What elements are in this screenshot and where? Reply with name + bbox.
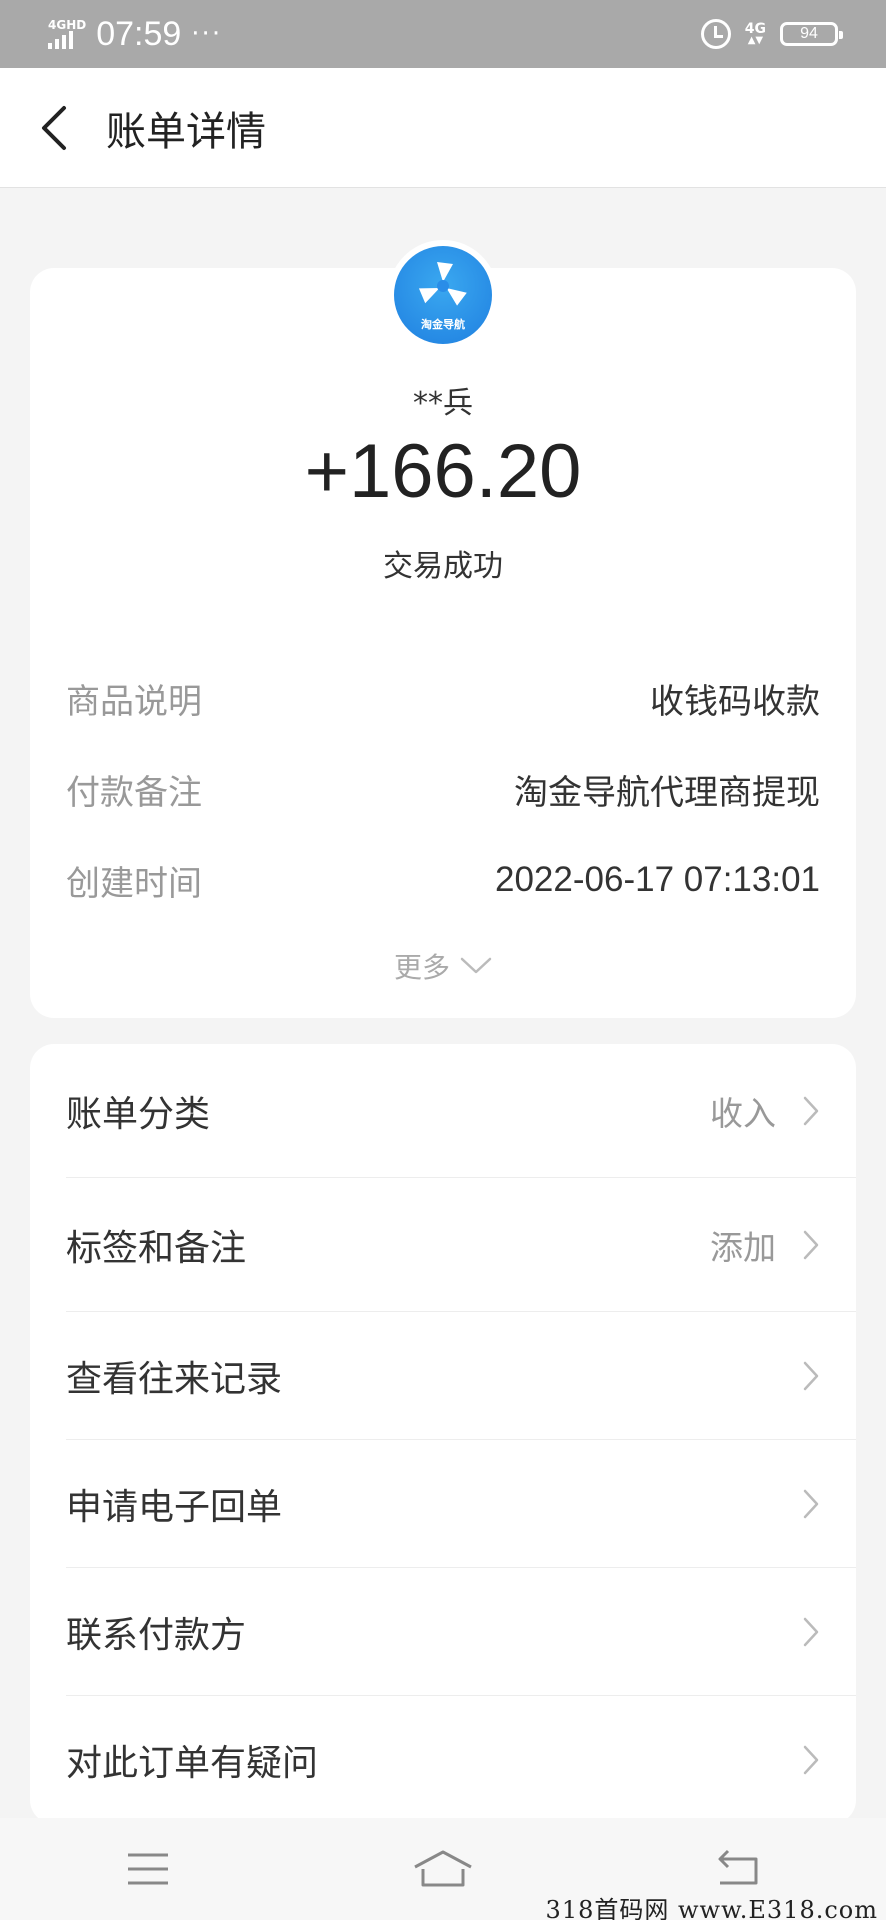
menu-icon bbox=[127, 1853, 168, 1885]
header: 账单详情 bbox=[0, 68, 886, 188]
detail-label: 商品说明 bbox=[66, 681, 202, 722]
alarm-icon bbox=[700, 19, 731, 49]
transaction-card: **兵 +166.20 交易成功 商品说明 收钱码收款 付款备注 淘金导航代理商… bbox=[30, 268, 856, 1018]
page-title: 账单详情 bbox=[106, 108, 266, 155]
actions-card: 账单分类 收入 标签和备注 添加 查看往来记录 申请电子回单 联系付款方 对此订… bbox=[30, 1044, 856, 1824]
chevron-right-icon bbox=[803, 1745, 819, 1775]
payer-name: **兵 bbox=[413, 386, 473, 421]
menu-item-label: 对此订单有疑问 bbox=[66, 1743, 319, 1784]
chevron-right-icon bbox=[803, 1361, 819, 1390]
detail-value: 收钱码收款 bbox=[650, 681, 820, 722]
network-label: 4GHD bbox=[48, 18, 87, 32]
chevron-right-icon bbox=[803, 1489, 819, 1518]
home-icon bbox=[414, 1850, 472, 1887]
detail-value: 2022-06-17 07:13:01 bbox=[495, 860, 820, 899]
chevron-left-icon bbox=[42, 105, 66, 150]
transaction-status: 交易成功 bbox=[383, 549, 503, 584]
menu-item-tags-notes[interactable]: 标签和备注 添加 bbox=[66, 1178, 856, 1312]
status-right: 4G ▲▼ 94 bbox=[700, 19, 843, 49]
status-bar: 4GHD 07:59 ··· 4G ▲▼ 94 bbox=[0, 0, 886, 68]
more-label: 更多 bbox=[393, 951, 450, 984]
chevron-right-icon bbox=[803, 1617, 819, 1646]
watermark: 318首码网 www.E318.com bbox=[545, 1896, 878, 1920]
menu-item-contact-payer[interactable]: 联系付款方 bbox=[66, 1568, 856, 1696]
detail-row-time: 创建时间 2022-06-17 07:13:01 bbox=[66, 855, 820, 905]
menu-item-label: 标签和备注 bbox=[66, 1227, 247, 1269]
amount: +166.20 bbox=[304, 429, 582, 514]
network-right-label: 4G bbox=[744, 21, 766, 37]
home-button[interactable] bbox=[398, 1839, 488, 1899]
menu-item-value: 添加 bbox=[710, 1227, 776, 1267]
network-right-indicator: 4G ▲▼ bbox=[745, 22, 766, 46]
more-notifications-icon: ··· bbox=[191, 19, 223, 49]
detail-value: 淘金导航代理商提现 bbox=[514, 772, 820, 813]
menu-item-label: 联系付款方 bbox=[66, 1614, 247, 1656]
battery-level: 94 bbox=[800, 25, 818, 42]
merchant-logo: 淘金导航 bbox=[394, 246, 492, 344]
more-button[interactable]: 更多 bbox=[30, 946, 856, 986]
network-indicator: 4GHD bbox=[48, 19, 86, 49]
detail-row-remark: 付款备注 淘金导航代理商提现 bbox=[66, 764, 820, 814]
menu-item-value: 收入 bbox=[710, 1093, 776, 1133]
merchant-logo-text: 淘金导航 bbox=[421, 318, 465, 331]
menu-button[interactable] bbox=[103, 1839, 193, 1899]
return-icon bbox=[718, 1849, 758, 1885]
signal-icon bbox=[48, 31, 73, 49]
chevron-down-icon bbox=[460, 957, 492, 974]
data-arrows-icon: ▲▼ bbox=[747, 35, 764, 46]
menu-item-e-receipt[interactable]: 申请电子回单 bbox=[66, 1440, 856, 1568]
menu-item-label: 查看往来记录 bbox=[66, 1358, 283, 1400]
detail-row-product: 商品说明 收钱码收款 bbox=[66, 673, 820, 723]
chevron-right-icon bbox=[803, 1230, 819, 1259]
status-left: 4GHD 07:59 ··· bbox=[48, 15, 222, 54]
back-button[interactable] bbox=[10, 68, 100, 187]
chevron-right-icon bbox=[803, 1096, 819, 1125]
menu-item-bill-category[interactable]: 账单分类 收入 bbox=[66, 1044, 856, 1178]
detail-label: 付款备注 bbox=[66, 772, 202, 813]
menu-item-view-history[interactable]: 查看往来记录 bbox=[66, 1312, 856, 1440]
menu-item-label: 申请电子回单 bbox=[66, 1486, 283, 1528]
menu-item-label: 账单分类 bbox=[66, 1093, 211, 1135]
detail-label: 创建时间 bbox=[66, 863, 202, 904]
clock: 07:59 bbox=[96, 14, 182, 53]
propeller-icon bbox=[418, 262, 467, 306]
battery-icon: 94 bbox=[780, 22, 843, 46]
merchant-avatar: 淘金导航 bbox=[388, 240, 498, 350]
menu-item-order-question[interactable]: 对此订单有疑问 bbox=[66, 1696, 856, 1824]
